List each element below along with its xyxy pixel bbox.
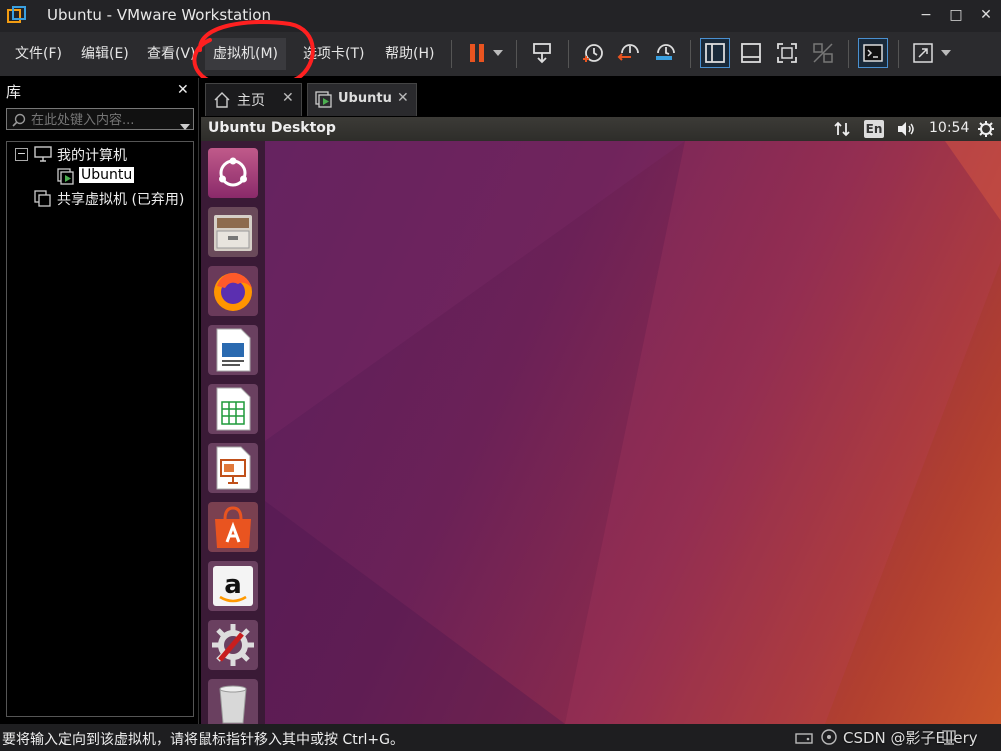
- volume-icon[interactable]: [896, 121, 916, 141]
- toolbar-separator: [451, 40, 452, 68]
- snapshot-manager-icon[interactable]: [650, 38, 680, 68]
- menu-edit[interactable]: 编辑(E): [77, 43, 133, 65]
- tab-ubuntu[interactable]: Ubuntu ✕: [307, 83, 417, 116]
- menu-file[interactable]: 文件(F): [11, 43, 66, 65]
- tab-home[interactable]: 主页 ✕: [205, 83, 302, 116]
- vm-running-icon: [57, 168, 75, 190]
- toolbar-separator: [568, 40, 569, 68]
- calc-icon[interactable]: [208, 384, 258, 434]
- ubuntu-launcher: a: [201, 141, 265, 729]
- ubuntu-desktop[interactable]: [265, 141, 1001, 724]
- files-icon[interactable]: [208, 207, 258, 257]
- tree-collapse-toggle[interactable]: −: [15, 148, 28, 161]
- network-icon[interactable]: [833, 121, 851, 141]
- impress-icon[interactable]: [208, 443, 258, 493]
- hard-disk-icon[interactable]: [795, 729, 813, 749]
- tree-item-ubuntu[interactable]: Ubuntu: [79, 167, 135, 183]
- firefox-icon[interactable]: [208, 266, 258, 316]
- full-screen-icon[interactable]: [772, 38, 802, 68]
- wallpaper-shapes: [265, 141, 1001, 724]
- tab-close-icon[interactable]: ✕: [282, 90, 294, 106]
- library-search[interactable]: [6, 108, 194, 130]
- search-icon: [12, 112, 26, 131]
- library-panel: 库 ✕ − 我的计算机 Ubuntu 共享虚拟机 (已弃用): [0, 78, 199, 724]
- menu-help[interactable]: 帮助(H): [381, 43, 438, 65]
- toolbar-separator: [848, 40, 849, 68]
- chevron-down-icon[interactable]: [179, 116, 191, 135]
- snapshot-take-icon[interactable]: [578, 38, 608, 68]
- trash-icon[interactable]: [208, 679, 258, 729]
- title-bar: Ubuntu - VMware Workstation − □ ✕: [0, 0, 1001, 32]
- status-bar: 要将输入定向到该虚拟机，请将鼠标指针移入其中或按 Ctrl+G。 CSDN @影…: [0, 724, 1001, 751]
- writer-icon[interactable]: [208, 325, 258, 375]
- library-search-input[interactable]: [29, 110, 173, 130]
- toolbar-separator: [898, 40, 899, 68]
- send-ctrl-alt-del-icon[interactable]: [528, 38, 558, 68]
- tree-item-shared-vms[interactable]: 共享虚拟机 (已弃用): [57, 189, 184, 209]
- shared-vm-icon: [34, 190, 52, 212]
- watermark: CSDN @影子Ellery: [843, 729, 978, 747]
- stretch-guest-icon[interactable]: [908, 38, 938, 68]
- status-hint: 要将输入定向到该虚拟机，请将鼠标指针移入其中或按 Ctrl+G。: [2, 732, 404, 748]
- power-gear-icon[interactable]: [977, 120, 995, 142]
- chevron-down-icon[interactable]: [936, 38, 956, 68]
- vm-display[interactable]: Ubuntu Desktop En 10:54 a: [201, 117, 1001, 729]
- maximize-button[interactable]: □: [942, 4, 970, 26]
- minimize-button[interactable]: −: [912, 4, 940, 26]
- home-icon: [214, 92, 230, 112]
- library-close-button[interactable]: ✕: [177, 82, 189, 98]
- ubuntu-panel-title: Ubuntu Desktop: [208, 120, 336, 136]
- tab-close-icon[interactable]: ✕: [397, 90, 409, 106]
- close-button[interactable]: ✕: [972, 4, 1000, 26]
- toolbar-separator: [690, 40, 691, 68]
- keyboard-layout-indicator[interactable]: En: [864, 120, 884, 138]
- clock[interactable]: 10:54: [929, 120, 969, 136]
- tab-bar: 主页 ✕ Ubuntu ✕: [201, 78, 1001, 116]
- show-library-icon[interactable]: [700, 38, 730, 68]
- software-center-icon[interactable]: [208, 502, 258, 552]
- library-tree: − 我的计算机 Ubuntu 共享虚拟机 (已弃用): [6, 141, 194, 717]
- tab-ubuntu-label: Ubuntu: [338, 91, 392, 106]
- chevron-down-icon[interactable]: [488, 38, 508, 68]
- tree-item-my-computer[interactable]: 我的计算机: [57, 145, 127, 165]
- toolbar-separator: [516, 40, 517, 68]
- cd-dvd-icon[interactable]: [820, 729, 838, 749]
- vm-running-icon: [315, 91, 333, 113]
- settings-icon[interactable]: [208, 620, 258, 670]
- computer-icon: [34, 146, 52, 166]
- snapshot-revert-icon[interactable]: [614, 38, 644, 68]
- tab-home-label: 主页: [237, 93, 265, 109]
- console-view-icon[interactable]: [858, 38, 888, 68]
- library-title: 库: [6, 83, 22, 101]
- menu-bar: 文件(F) 编辑(E) 查看(V) 虚拟机(M) 选项卡(T) 帮助(H): [0, 20, 1001, 91]
- unity-mode-icon[interactable]: [808, 38, 838, 68]
- show-thumbnail-bar-icon[interactable]: [736, 38, 766, 68]
- vmware-logo-icon: [7, 6, 27, 26]
- amazon-icon[interactable]: a: [208, 561, 258, 611]
- ubuntu-top-panel: Ubuntu Desktop En 10:54: [201, 117, 1001, 141]
- svg-text:a: a: [224, 570, 242, 600]
- ubuntu-dash-icon[interactable]: [208, 148, 258, 198]
